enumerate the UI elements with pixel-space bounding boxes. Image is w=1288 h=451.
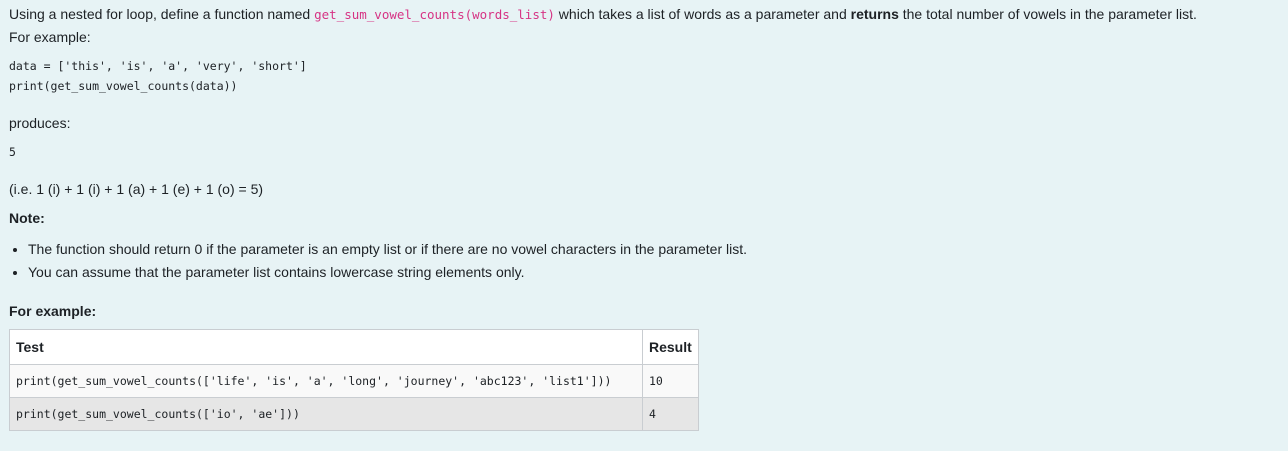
question-text: Using a nested for loop, define a functi… (9, 3, 1284, 431)
example-heading: For example: (9, 303, 97, 319)
intro-text-middle: which takes a list of words as a paramet… (554, 6, 851, 22)
explanation-text: (i.e. 1 (i) + 1 (i) + 1 (a) + 1 (e) + 1 … (9, 181, 264, 197)
output-value: 5 (9, 145, 16, 159)
note-item: The function should return 0 if the para… (28, 238, 1284, 261)
test-cell: print(get_sum_vowel_counts(['life', 'is'… (9, 364, 643, 398)
test-cases-table: Test Result print(get_sum_vowel_counts([… (9, 329, 699, 431)
function-signature-code: get_sum_vowel_counts(words_list) (314, 7, 555, 22)
for-example-text: For example: (9, 29, 91, 45)
result-cell: 10 (642, 364, 699, 398)
code-line-1: data = ['this', 'is', 'a', 'very', 'shor… (9, 59, 307, 73)
code-line-2: print(get_sum_vowel_counts(data)) (9, 79, 238, 93)
table-header-row: Test Result (9, 329, 699, 365)
table-row: print(get_sum_vowel_counts(['life', 'is'… (9, 364, 699, 398)
note-list: The function should return 0 if the para… (9, 238, 1284, 284)
header-test: Test (9, 329, 643, 365)
header-result: Result (642, 329, 699, 365)
result-cell: 4 (642, 397, 699, 431)
returns-bold: returns (850, 6, 899, 22)
produces-label: produces: (9, 115, 71, 131)
intro-text-end: the total number of vowels in the parame… (898, 6, 1197, 22)
code-example-block: data = ['this', 'is', 'a', 'very', 'shor… (9, 56, 1284, 96)
table-row: print(get_sum_vowel_counts(['io', 'ae'])… (9, 397, 699, 431)
test-cell: print(get_sum_vowel_counts(['io', 'ae'])… (9, 397, 643, 431)
intro-text-start: Using a nested for loop, define a functi… (9, 6, 315, 22)
intro-paragraph: Using a nested for loop, define a functi… (9, 3, 1284, 48)
note-item: You can assume that the parameter list c… (28, 261, 1284, 284)
note-heading: Note: (9, 210, 45, 226)
